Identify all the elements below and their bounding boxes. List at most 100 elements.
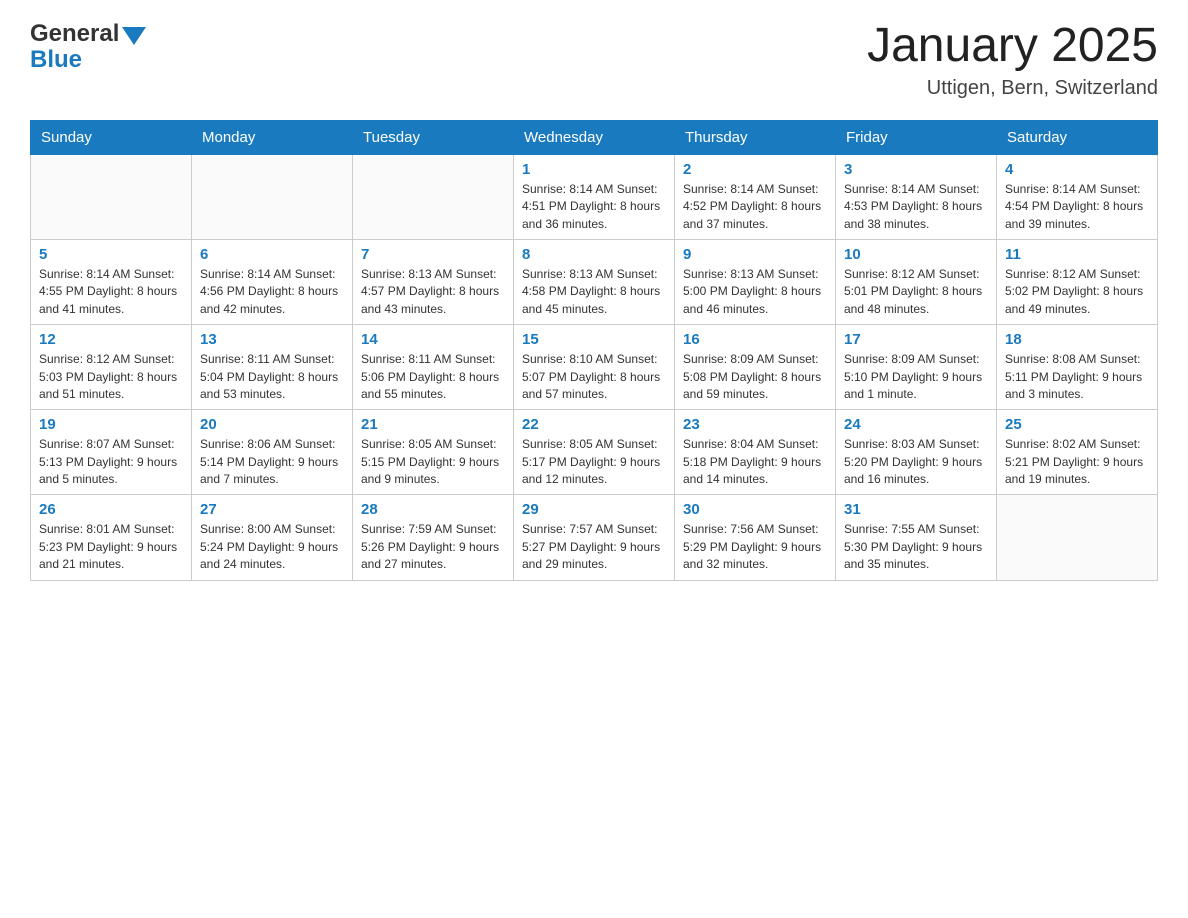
column-header-saturday: Saturday	[997, 120, 1158, 154]
day-number: 17	[844, 331, 988, 348]
day-info: Sunrise: 8:13 AM Sunset: 4:57 PM Dayligh…	[361, 266, 505, 318]
day-info: Sunrise: 8:14 AM Sunset: 4:56 PM Dayligh…	[200, 266, 344, 318]
day-info: Sunrise: 8:06 AM Sunset: 5:14 PM Dayligh…	[200, 436, 344, 488]
calendar-cell: 2 Sunrise: 8:14 AM Sunset: 4:52 PM Daylig…	[675, 154, 836, 239]
calendar-cell: 5Sunrise: 8:14 AM Sunset: 4:55 PM Daylig…	[31, 239, 192, 324]
day-info: Sunrise: 8:11 AM Sunset: 5:04 PM Dayligh…	[200, 351, 344, 403]
day-info: Sunrise: 8:12 AM Sunset: 5:03 PM Dayligh…	[39, 351, 183, 403]
calendar-cell: 15 Sunrise: 8:10 AM Sunset: 5:07 PM Dayli…	[514, 325, 675, 410]
calendar-cell: 9 Sunrise: 8:13 AM Sunset: 5:00 PM Daylig…	[675, 239, 836, 324]
day-info: Sunrise: 7:55 AM Sunset: 5:30 PM Dayligh…	[844, 521, 988, 573]
calendar-cell: 16 Sunrise: 8:09 AM Sunset: 5:08 PM Dayli…	[675, 325, 836, 410]
day-info: Sunrise: 8:01 AM Sunset: 5:23 PM Dayligh…	[39, 521, 183, 573]
day-number: 11	[1005, 246, 1149, 263]
day-info: Sunrise: 8:10 AM Sunset: 5:07 PM Dayligh…	[522, 351, 666, 403]
day-number: 13	[200, 331, 344, 348]
day-info: Sunrise: 8:05 AM Sunset: 5:15 PM Dayligh…	[361, 436, 505, 488]
day-number: 16	[683, 331, 827, 348]
calendar-cell: 7 Sunrise: 8:13 AM Sunset: 4:57 PM Daylig…	[353, 239, 514, 324]
day-number: 12	[39, 331, 183, 348]
day-info: Sunrise: 8:12 AM Sunset: 5:01 PM Dayligh…	[844, 266, 988, 318]
calendar-cell	[997, 495, 1158, 580]
day-info: Sunrise: 8:00 AM Sunset: 5:24 PM Dayligh…	[200, 521, 344, 573]
calendar-table: SundayMondayTuesdayWednesdayThursdayFrid…	[30, 120, 1158, 581]
day-info: Sunrise: 8:09 AM Sunset: 5:10 PM Dayligh…	[844, 351, 988, 403]
day-number: 14	[361, 331, 505, 348]
day-info: Sunrise: 8:03 AM Sunset: 5:20 PM Dayligh…	[844, 436, 988, 488]
calendar-cell: 4Sunrise: 8:14 AM Sunset: 4:54 PM Daylig…	[997, 154, 1158, 239]
calendar-cell: 21 Sunrise: 8:05 AM Sunset: 5:15 PM Dayli…	[353, 410, 514, 495]
calendar-cell: 3 Sunrise: 8:14 AM Sunset: 4:53 PM Daylig…	[836, 154, 997, 239]
calendar-week-row: 26 Sunrise: 8:01 AM Sunset: 5:23 PM Dayli…	[31, 495, 1158, 580]
day-info: Sunrise: 8:14 AM Sunset: 4:54 PM Dayligh…	[1005, 181, 1149, 233]
day-info: Sunrise: 8:14 AM Sunset: 4:55 PM Dayligh…	[39, 266, 183, 318]
calendar-cell: 13 Sunrise: 8:11 AM Sunset: 5:04 PM Dayli…	[192, 325, 353, 410]
title-block: January 2025 Uttigen, Bern, Switzerland	[867, 20, 1158, 100]
column-header-friday: Friday	[836, 120, 997, 154]
day-number: 15	[522, 331, 666, 348]
calendar-cell: 19 Sunrise: 8:07 AM Sunset: 5:13 PM Dayli…	[31, 410, 192, 495]
location-text: Uttigen, Bern, Switzerland	[867, 77, 1158, 100]
day-info: Sunrise: 8:04 AM Sunset: 5:18 PM Dayligh…	[683, 436, 827, 488]
day-number: 2	[683, 161, 827, 178]
day-info: Sunrise: 8:13 AM Sunset: 4:58 PM Dayligh…	[522, 266, 666, 318]
calendar-cell: 25 Sunrise: 8:02 AM Sunset: 5:21 PM Dayli…	[997, 410, 1158, 495]
calendar-week-row: 1Sunrise: 8:14 AM Sunset: 4:51 PM Daylig…	[31, 154, 1158, 239]
calendar-cell: 30 Sunrise: 7:56 AM Sunset: 5:29 PM Dayli…	[675, 495, 836, 580]
calendar-cell: 18Sunrise: 8:08 AM Sunset: 5:11 PM Dayli…	[997, 325, 1158, 410]
day-number: 20	[200, 416, 344, 433]
day-info: Sunrise: 7:57 AM Sunset: 5:27 PM Dayligh…	[522, 521, 666, 573]
day-info: Sunrise: 8:11 AM Sunset: 5:06 PM Dayligh…	[361, 351, 505, 403]
calendar-cell: 29 Sunrise: 7:57 AM Sunset: 5:27 PM Dayli…	[514, 495, 675, 580]
column-header-monday: Monday	[192, 120, 353, 154]
calendar-cell: 20 Sunrise: 8:06 AM Sunset: 5:14 PM Dayli…	[192, 410, 353, 495]
calendar-cell: 22Sunrise: 8:05 AM Sunset: 5:17 PM Dayli…	[514, 410, 675, 495]
calendar-cell: 31 Sunrise: 7:55 AM Sunset: 5:30 PM Dayli…	[836, 495, 997, 580]
calendar-cell: 24Sunrise: 8:03 AM Sunset: 5:20 PM Dayli…	[836, 410, 997, 495]
day-number: 9	[683, 246, 827, 263]
day-number: 21	[361, 416, 505, 433]
day-info: Sunrise: 8:02 AM Sunset: 5:21 PM Dayligh…	[1005, 436, 1149, 488]
month-title: January 2025	[867, 20, 1158, 73]
calendar-cell	[192, 154, 353, 239]
day-info: Sunrise: 8:07 AM Sunset: 5:13 PM Dayligh…	[39, 436, 183, 488]
day-number: 28	[361, 501, 505, 518]
day-number: 8	[522, 246, 666, 263]
day-number: 3	[844, 161, 988, 178]
calendar-cell: 26 Sunrise: 8:01 AM Sunset: 5:23 PM Dayli…	[31, 495, 192, 580]
calendar-cell	[353, 154, 514, 239]
day-info: Sunrise: 8:14 AM Sunset: 4:53 PM Dayligh…	[844, 181, 988, 233]
day-info: Sunrise: 8:14 AM Sunset: 4:51 PM Dayligh…	[522, 181, 666, 233]
logo: General Blue	[30, 20, 146, 74]
day-number: 7	[361, 246, 505, 263]
day-number: 30	[683, 501, 827, 518]
day-info: Sunrise: 8:09 AM Sunset: 5:08 PM Dayligh…	[683, 351, 827, 403]
calendar-week-row: 12 Sunrise: 8:12 AM Sunset: 5:03 PM Dayli…	[31, 325, 1158, 410]
day-number: 10	[844, 246, 988, 263]
day-number: 19	[39, 416, 183, 433]
logo-triangle-icon	[122, 27, 146, 45]
calendar-header-row: SundayMondayTuesdayWednesdayThursdayFrid…	[31, 120, 1158, 154]
day-number: 23	[683, 416, 827, 433]
calendar-week-row: 5Sunrise: 8:14 AM Sunset: 4:55 PM Daylig…	[31, 239, 1158, 324]
calendar-cell: 11Sunrise: 8:12 AM Sunset: 5:02 PM Dayli…	[997, 239, 1158, 324]
logo-blue-text: Blue	[30, 46, 82, 74]
calendar-cell: 1Sunrise: 8:14 AM Sunset: 4:51 PM Daylig…	[514, 154, 675, 239]
day-number: 29	[522, 501, 666, 518]
day-info: Sunrise: 8:14 AM Sunset: 4:52 PM Dayligh…	[683, 181, 827, 233]
day-info: Sunrise: 8:13 AM Sunset: 5:00 PM Dayligh…	[683, 266, 827, 318]
calendar-cell: 23 Sunrise: 8:04 AM Sunset: 5:18 PM Dayli…	[675, 410, 836, 495]
logo-general-text: General	[30, 20, 119, 48]
day-number: 25	[1005, 416, 1149, 433]
calendar-cell: 27Sunrise: 8:00 AM Sunset: 5:24 PM Dayli…	[192, 495, 353, 580]
calendar-cell: 8 Sunrise: 8:13 AM Sunset: 4:58 PM Daylig…	[514, 239, 675, 324]
calendar-cell: 28Sunrise: 7:59 AM Sunset: 5:26 PM Dayli…	[353, 495, 514, 580]
day-info: Sunrise: 8:08 AM Sunset: 5:11 PM Dayligh…	[1005, 351, 1149, 403]
calendar-cell: 6Sunrise: 8:14 AM Sunset: 4:56 PM Daylig…	[192, 239, 353, 324]
day-info: Sunrise: 8:05 AM Sunset: 5:17 PM Dayligh…	[522, 436, 666, 488]
calendar-cell: 10 Sunrise: 8:12 AM Sunset: 5:01 PM Dayli…	[836, 239, 997, 324]
calendar-cell	[31, 154, 192, 239]
day-number: 26	[39, 501, 183, 518]
day-number: 31	[844, 501, 988, 518]
day-info: Sunrise: 7:56 AM Sunset: 5:29 PM Dayligh…	[683, 521, 827, 573]
